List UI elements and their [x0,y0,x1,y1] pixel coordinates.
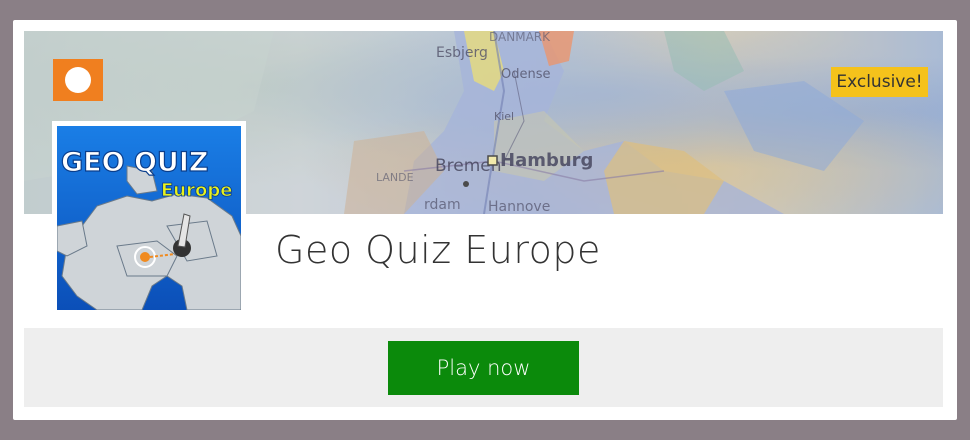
thumbnail-title-line1: GEO QUIZ [61,147,208,178]
exclusive-badge: Exclusive! [831,67,928,97]
back-button[interactable] [53,59,103,101]
thumbnail-title-line2: Europe [161,180,232,201]
thumbnail-artwork: GEO QUIZ Europe [57,126,241,310]
game-card: Esbjerg Odense Kiel Bremen Hamburg Hanno… [13,20,957,420]
play-bar: Play now [24,328,943,407]
game-thumbnail: GEO QUIZ Europe [52,121,246,313]
game-title: Geo Quiz Europe [275,228,601,272]
chevron-left-icon [55,59,91,93]
play-now-button[interactable]: Play now [388,341,579,395]
